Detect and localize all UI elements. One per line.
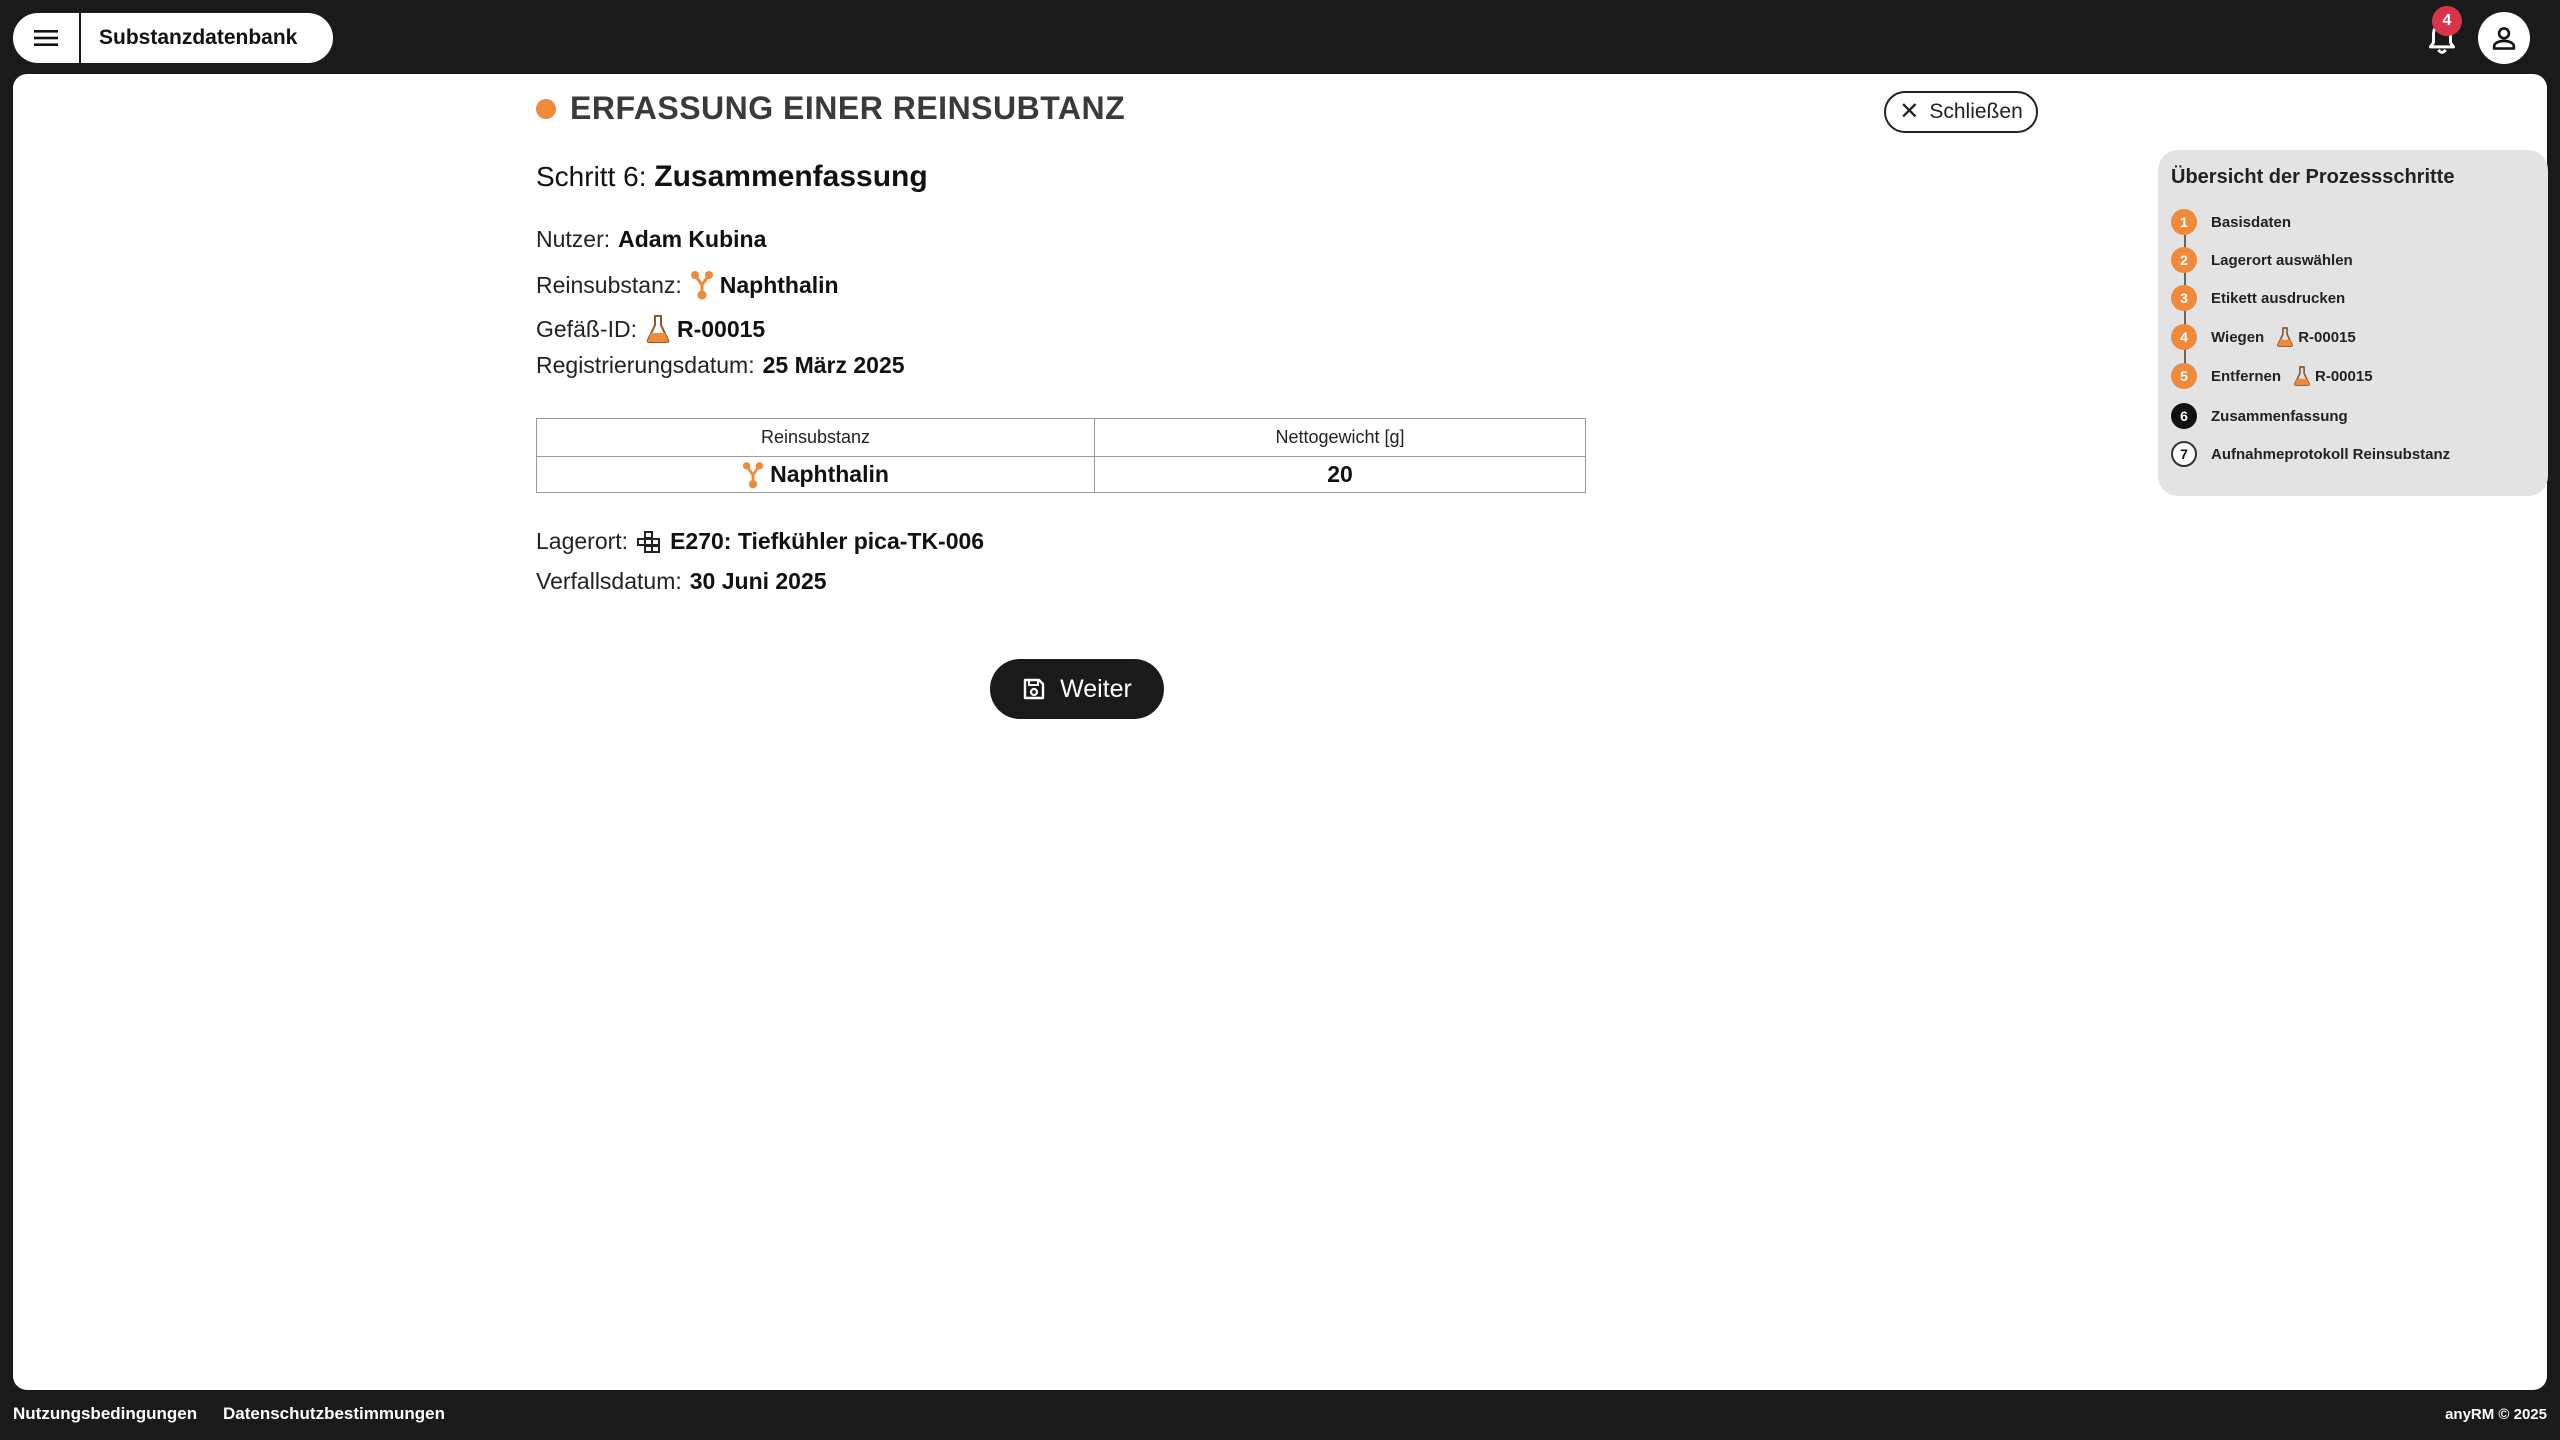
vessel-value-wrap: R-00015 bbox=[645, 314, 765, 344]
step-title: Schritt 6: Zusammenfassung bbox=[536, 160, 928, 194]
expiry-field: Verfallsdatum: 30 Juni 2025 bbox=[536, 568, 827, 595]
step-prefix: Schritt 6: bbox=[536, 161, 647, 192]
step-label: Zusammenfassung bbox=[2211, 407, 2348, 425]
step-label: Etikett ausdrucken bbox=[2211, 289, 2346, 307]
terms-link[interactable]: Nutzungsbedingungen bbox=[13, 1404, 197, 1424]
steps-title: Übersicht der Prozessschritte bbox=[2171, 166, 2455, 188]
step-item-lagerort[interactable]: 2 Lagerort auswählen bbox=[2171, 247, 2353, 273]
molecule-icon bbox=[690, 270, 714, 300]
column-header-substance: Reinsubstanz bbox=[535, 418, 1096, 457]
substance-field: Reinsubstanz: Naphthalin bbox=[536, 270, 839, 300]
step-item-etikett[interactable]: 3 Etikett ausdrucken bbox=[2171, 285, 2345, 311]
expiry-label: Verfallsdatum: bbox=[536, 568, 682, 594]
step-number: 2 bbox=[2171, 247, 2197, 273]
step-name: Zusammenfassung bbox=[654, 160, 928, 193]
regdate-label: Registrierungsdatum: bbox=[536, 352, 755, 378]
step-number: 5 bbox=[2171, 363, 2197, 389]
regdate-value: 25 März 2025 bbox=[762, 352, 905, 378]
location-value: E270: Tiefkühler pica-TK-006 bbox=[670, 528, 985, 554]
step-number: 6 bbox=[2171, 403, 2197, 429]
user-field: Nutzer: Adam Kubina bbox=[536, 226, 766, 253]
table-substance-name: Naphthalin bbox=[770, 461, 889, 487]
hamburger-icon bbox=[34, 30, 58, 46]
user-label: Nutzer: bbox=[536, 226, 611, 252]
page-heading: ERFASSUNG EINER REINSUBTANZ bbox=[536, 90, 1125, 127]
substance-label: Reinsubstanz: bbox=[536, 271, 682, 298]
step-item-wiegen[interactable]: 4 Wiegen R-00015 bbox=[2171, 324, 2356, 350]
copyright: anyRM © 2025 bbox=[2445, 1406, 2547, 1423]
user-icon bbox=[2492, 27, 2516, 50]
storage-grid-icon bbox=[636, 530, 664, 553]
location-value-wrap: E270: Tiefkühler pica-TK-006 bbox=[636, 528, 984, 555]
substance-value: Naphthalin bbox=[719, 271, 839, 298]
step-label: Lagerort auswählen bbox=[2211, 251, 2353, 269]
regdate-field: Registrierungsdatum: 25 März 2025 bbox=[536, 352, 905, 379]
footer: Nutzungsbedingungen Datenschutzbestimmun… bbox=[0, 1390, 2560, 1440]
menu-button[interactable] bbox=[13, 13, 81, 63]
step-number: 1 bbox=[2171, 209, 2197, 235]
notification-badge: 4 bbox=[2432, 6, 2462, 36]
step-label: Aufnahmeprotokoll Reinsubstanz bbox=[2211, 445, 2451, 463]
step-item-aufnahmeprotokoll[interactable]: 7 Aufnahmeprotokoll Reinsubstanz bbox=[2171, 441, 2450, 467]
app-title[interactable]: Substanzdatenbank bbox=[81, 26, 297, 50]
step-number: 3 bbox=[2171, 285, 2197, 311]
summary-table: Reinsubstanz Nettogewicht [g] Naphthalin… bbox=[535, 418, 1586, 493]
location-field: Lagerort: E270: Tiefkühler pica-TK-006 bbox=[536, 528, 984, 555]
location-label: Lagerort: bbox=[536, 528, 629, 554]
next-label: Weiter bbox=[1060, 674, 1132, 703]
table-header-row: Reinsubstanz Nettogewicht [g] bbox=[535, 418, 1586, 457]
step-label: Entfernen bbox=[2211, 367, 2282, 385]
step-extra-label: R-00015 bbox=[2315, 367, 2373, 385]
content-area: ERFASSUNG EINER REINSUBTANZ ✕ Schließen … bbox=[535, 74, 2548, 834]
flask-icon bbox=[2293, 365, 2311, 387]
privacy-link[interactable]: Datenschutzbestimmungen bbox=[223, 1404, 445, 1424]
substance-value-wrap: Naphthalin bbox=[690, 270, 839, 300]
next-button[interactable]: Weiter bbox=[990, 659, 1164, 719]
close-icon: ✕ bbox=[1899, 98, 1920, 125]
step-item-entfernen[interactable]: 5 Entfernen R-00015 bbox=[2171, 363, 2373, 389]
step-number: 7 bbox=[2171, 441, 2197, 467]
user-value: Adam Kubina bbox=[618, 226, 767, 252]
top-bar: Substanzdatenbank 4 bbox=[0, 0, 2560, 74]
flask-icon bbox=[645, 314, 671, 344]
close-button[interactable]: ✕ Schließen bbox=[1884, 91, 2038, 133]
process-steps-panel: Übersicht der Prozessschritte 1 Basisdat… bbox=[2158, 150, 2548, 496]
column-header-net-weight: Nettogewicht [g] bbox=[1094, 418, 1586, 457]
step-extra: R-00015 bbox=[2276, 326, 2356, 348]
step-number: 4 bbox=[2171, 324, 2197, 350]
user-avatar-button[interactable] bbox=[2478, 12, 2530, 64]
expiry-value: 30 Juni 2025 bbox=[689, 568, 827, 594]
vessel-value: R-00015 bbox=[676, 315, 766, 342]
step-extra: R-00015 bbox=[2293, 365, 2373, 387]
save-icon bbox=[1022, 677, 1046, 701]
step-label: Basisdaten bbox=[2211, 213, 2292, 231]
table-row: Naphthalin 20 bbox=[535, 456, 1586, 493]
step-item-basisdaten[interactable]: 1 Basisdaten bbox=[2171, 209, 2291, 235]
vessel-field: Gefäß-ID: R-00015 bbox=[536, 314, 765, 344]
status-dot bbox=[536, 98, 556, 119]
main-panel: ERFASSUNG EINER REINSUBTANZ ✕ Schließen … bbox=[13, 74, 2548, 1390]
table-cell-substance: Naphthalin bbox=[535, 456, 1096, 493]
flask-icon bbox=[2276, 326, 2294, 348]
table-cell-net-weight: 20 bbox=[1094, 456, 1586, 493]
step-item-zusammenfassung[interactable]: 6 Zusammenfassung bbox=[2171, 403, 2348, 429]
step-label: Wiegen bbox=[2211, 328, 2265, 346]
app-switcher: Substanzdatenbank bbox=[13, 13, 333, 63]
page-title: ERFASSUNG EINER REINSUBTANZ bbox=[570, 90, 1126, 126]
close-label: Schließen bbox=[1929, 100, 2023, 123]
vessel-label: Gefäß-ID: bbox=[536, 315, 637, 342]
molecule-icon bbox=[742, 461, 764, 489]
step-extra-label: R-00015 bbox=[2298, 328, 2356, 346]
